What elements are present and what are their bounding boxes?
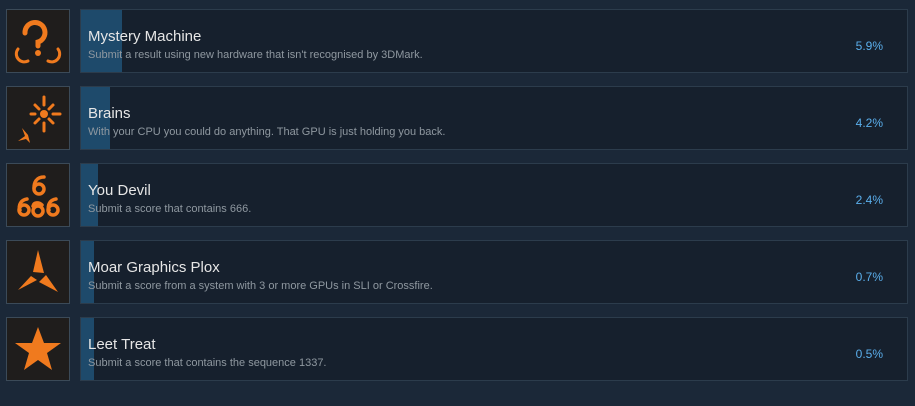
achievement-info: Leet Treat Submit a score that contains …: [80, 317, 908, 381]
achievement-title: Moar Graphics Plox: [88, 259, 220, 276]
achievement-row[interactable]: Leet Treat Submit a score that contains …: [6, 317, 908, 382]
question-mark-icon: [14, 19, 62, 64]
achievement-percent: 0.5%: [855, 347, 883, 361]
achievement-description: Submit a score that contains 666.: [88, 203, 252, 215]
achievement-title: You Devil: [88, 182, 151, 199]
tri-blade-icon: [18, 250, 58, 292]
achievement-row[interactable]: Mystery Machine Submit a result using ne…: [6, 9, 908, 74]
achievement-title: Mystery Machine: [88, 28, 202, 45]
achievement-icon-frame: [6, 317, 70, 381]
achievement-row[interactable]: Brains With your CPU you could do anythi…: [6, 86, 908, 151]
achievement-percent: 5.9%: [855, 39, 883, 53]
brain-spark-icon: [18, 95, 62, 143]
achievement-description: Submit a result using new hardware that …: [88, 49, 423, 61]
number-666-icon: [17, 175, 60, 218]
achievement-icon-frame: [6, 163, 70, 227]
achievement-icon-frame: [6, 86, 70, 150]
achievement-description: Submit a score from a system with 3 or m…: [88, 280, 433, 292]
achievement-info: You Devil Submit a score that contains 6…: [80, 163, 908, 227]
achievement-icon-frame: [6, 240, 70, 304]
achievement-percent: 0.7%: [855, 270, 883, 284]
achievement-row[interactable]: You Devil Submit a score that contains 6…: [6, 163, 908, 228]
achievement-percent: 2.4%: [855, 193, 883, 207]
achievement-description: With your CPU you could do anything. Tha…: [88, 126, 446, 138]
achievement-title: Leet Treat: [88, 336, 156, 353]
achievement-info: Moar Graphics Plox Submit a score from a…: [80, 240, 908, 304]
achievement-icon-frame: [6, 9, 70, 73]
achievement-info: Brains With your CPU you could do anythi…: [80, 86, 908, 150]
achievement-description: Submit a score that contains the sequenc…: [88, 357, 327, 369]
achievement-row[interactable]: Moar Graphics Plox Submit a score from a…: [6, 240, 908, 305]
achievement-info: Mystery Machine Submit a result using ne…: [80, 9, 908, 73]
star-icon: [15, 327, 61, 370]
achievement-title: Brains: [88, 105, 131, 122]
achievement-list: Mystery Machine Submit a result using ne…: [6, 9, 908, 394]
achievement-percent: 4.2%: [855, 116, 883, 130]
